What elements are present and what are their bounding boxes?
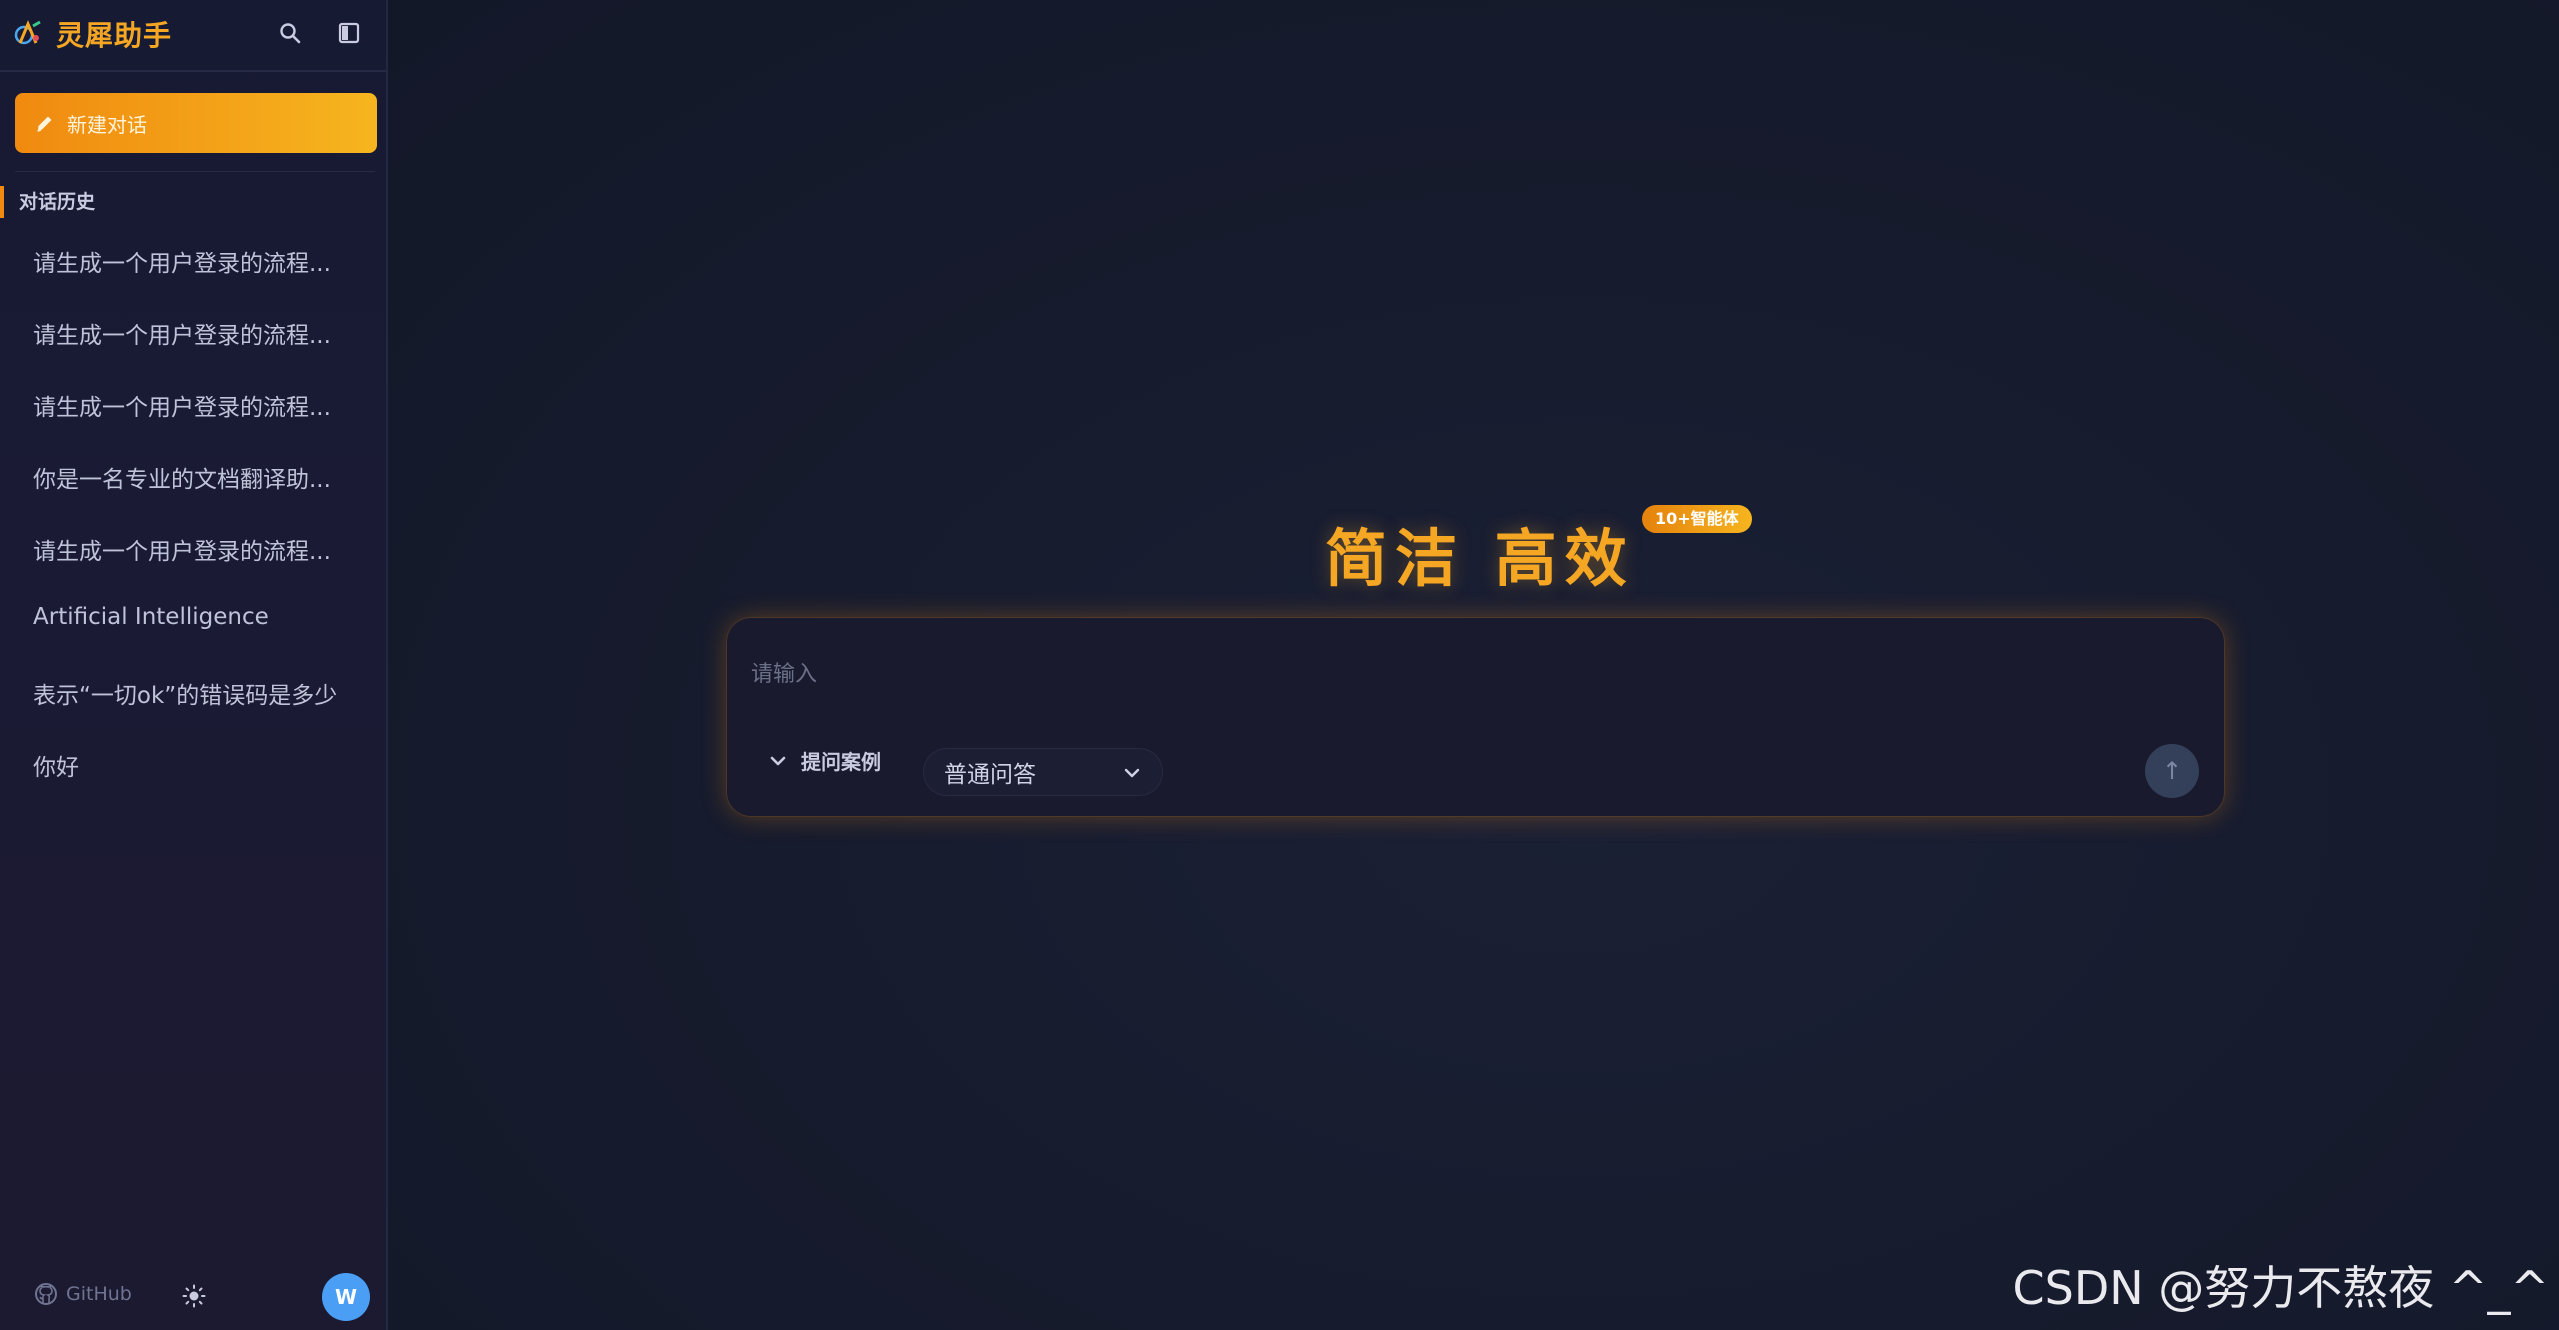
chat-input[interactable]	[749, 648, 2153, 700]
history-item[interactable]: 请生成一个用户登录的流程...	[33, 532, 363, 566]
examples-toggle-button[interactable]: 提问案例	[769, 746, 881, 775]
avatar[interactable]: W	[322, 1273, 370, 1321]
sidebar: 灵犀助手 新建对话 对话历史 请生成一个用户登录的流程... 请生成一个用户登录…	[0, 0, 388, 1330]
history-item[interactable]: 表示“一切ok”的错误码是多少	[33, 676, 363, 710]
agent-count-badge: 10+智能体	[1642, 505, 1752, 533]
history-item[interactable]: Artificial Intelligence	[33, 604, 363, 630]
sidebar-toggle-button[interactable]	[332, 16, 366, 50]
history-item[interactable]: 你好	[33, 748, 363, 782]
send-button[interactable]: ↑	[2145, 744, 2199, 798]
chevron-down-icon	[1124, 768, 1140, 778]
history-item[interactable]: 请生成一个用户登录的流程...	[33, 388, 363, 422]
search-icon	[280, 23, 301, 44]
chevron-down-icon	[770, 756, 786, 765]
history-item[interactable]: 请生成一个用户登录的流程...	[33, 244, 363, 278]
app-window: 灵犀助手 新建对话 对话历史 请生成一个用户登录的流程... 请生成一个用户登录…	[0, 0, 2559, 1330]
chat-input-card: 提问案例 普通问答 ↑	[727, 618, 2224, 816]
pencil-icon	[37, 116, 52, 132]
watermark-text: CSDN @努力不熬夜 ^_^	[2012, 1261, 2549, 1315]
app-logo-icon	[14, 20, 41, 45]
sidebar-divider	[15, 171, 375, 172]
history-item[interactable]: 你是一名专业的文档翻译助...	[33, 460, 363, 494]
sun-icon[interactable]	[182, 1284, 206, 1308]
new-chat-button[interactable]: 新建对话	[15, 93, 377, 153]
mode-selected-value: 普通问答	[944, 762, 1036, 788]
history-title: 对话历史	[0, 186, 95, 218]
arrow-up-icon: ↑	[2161, 757, 2183, 785]
github-link[interactable]: GitHub	[34, 1282, 132, 1306]
sidebar-toggle-icon	[338, 22, 360, 44]
sidebar-header: 灵犀助手	[0, 0, 386, 72]
new-chat-label: 新建对话	[67, 112, 147, 137]
app-title: 灵犀助手	[56, 19, 173, 52]
search-button[interactable]	[273, 16, 307, 50]
github-icon	[35, 1283, 57, 1305]
examples-label: 提问案例	[801, 750, 881, 774]
hero-title: 简洁 高效	[1325, 522, 1635, 595]
mode-select[interactable]: 普通问答	[923, 748, 1163, 796]
history-item[interactable]: 请生成一个用户登录的流程...	[33, 316, 363, 350]
github-label: GitHub	[66, 1283, 132, 1305]
